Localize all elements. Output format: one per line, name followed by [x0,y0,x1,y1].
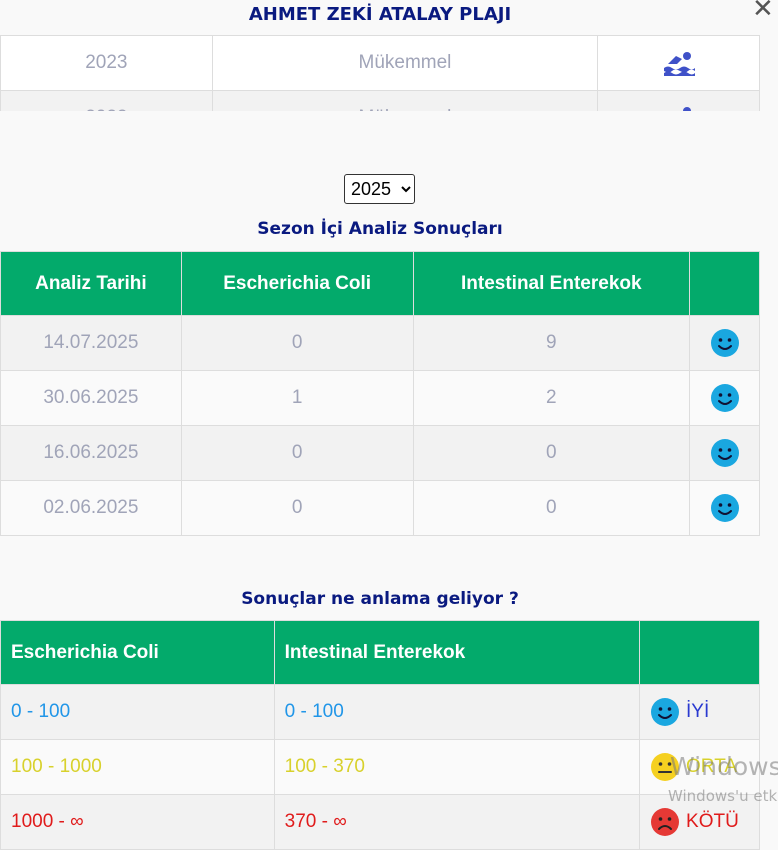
header-level [639,620,760,685]
happy-face-icon [710,494,739,522]
table-row: 02.06.2025 0 0 [0,480,760,536]
header-status [689,251,760,316]
table-row: 2023 Mükemmel [0,35,760,91]
table-row: 16.06.2025 0 0 [0,425,760,481]
legend-enterococcus-range: 370 - ∞ [273,794,641,850]
happy-face-icon [710,439,739,467]
results-title: Sezon İçi Analiz Sonuçları [257,219,503,239]
result-ecoli: 0 [180,425,414,481]
legend-title: Sonuçlar ne anlama geliyor ? [241,589,519,609]
legend-ecoli-range: 1000 - ∞ [0,794,275,850]
history-table: 2023 Mükemmel 2022 Mükemmel [0,35,760,111]
result-enterococcus: 2 [412,370,691,426]
year-select[interactable]: 2025 [344,174,415,204]
header-date: Analiz Tarihi [0,251,182,316]
level-label: KÖTÜ [686,811,739,832]
level-label: İYİ [686,701,710,722]
result-date: 02.06.2025 [0,480,182,536]
header-enterococcus: Intestinal Enterekok [273,620,641,685]
result-enterococcus: 9 [412,315,691,371]
table-row: 1000 - ∞ 370 - ∞ KÖTÜ [0,794,760,850]
table-header-row: Escherichia Coli Intestinal Enterekok [0,620,760,685]
legend-enterococcus-range: 0 - 100 [273,684,641,740]
swimmer-icon [663,52,695,76]
table-row: 30.06.2025 1 2 [0,370,760,426]
result-date: 16.06.2025 [0,425,182,481]
section-spacer [0,111,778,171]
history-year: 2022 [0,90,213,111]
table-row: 14.07.2025 0 9 [0,315,760,371]
header-enterococcus: Intestinal Enterekok [412,251,691,316]
happy-face-icon [710,384,739,412]
table-header-row: Analiz Tarihi Escherichia Coli Intestina… [0,251,760,316]
result-enterococcus: 0 [412,480,691,536]
result-date: 30.06.2025 [0,370,182,426]
sad-face-icon [651,808,680,836]
beach-title: AHMET ZEKİ ATALAY PLAJI [248,4,512,25]
result-ecoli: 1 [180,370,414,426]
history-year: 2023 [0,35,213,91]
close-icon[interactable]: ✕ [752,0,774,24]
result-ecoli: 0 [180,315,414,371]
header-ecoli: Escherichia Coli [0,620,275,685]
happy-face-icon [710,329,739,357]
history-status: Mükemmel [211,90,599,111]
activation-watermark-subtext: Windows'u etk [668,787,778,805]
history-status: Mükemmel [211,35,599,91]
happy-face-icon [651,698,680,726]
result-date: 14.07.2025 [0,315,182,371]
legend-enterococcus-range: 100 - 370 [273,739,641,795]
table-row: 2022 Mükemmel [0,90,760,111]
activation-watermark: Windows'u [670,752,778,781]
header-ecoli: Escherichia Coli [180,251,414,316]
result-enterococcus: 0 [412,425,691,481]
legend-ecoli-range: 100 - 1000 [0,739,275,795]
table-row: 100 - 1000 100 - 370 ORTA [0,739,760,795]
table-row: 0 - 100 0 - 100 İYİ [0,684,760,740]
history-table-viewport[interactable]: 2023 Mükemmel 2022 Mükemmel [0,35,760,111]
legend-ecoli-range: 0 - 100 [0,684,275,740]
result-ecoli: 0 [180,480,414,536]
results-table: Analiz Tarihi Escherichia Coli Intestina… [0,251,760,536]
legend-table: Escherichia Coli Intestinal Enterekok 0 … [0,620,760,850]
